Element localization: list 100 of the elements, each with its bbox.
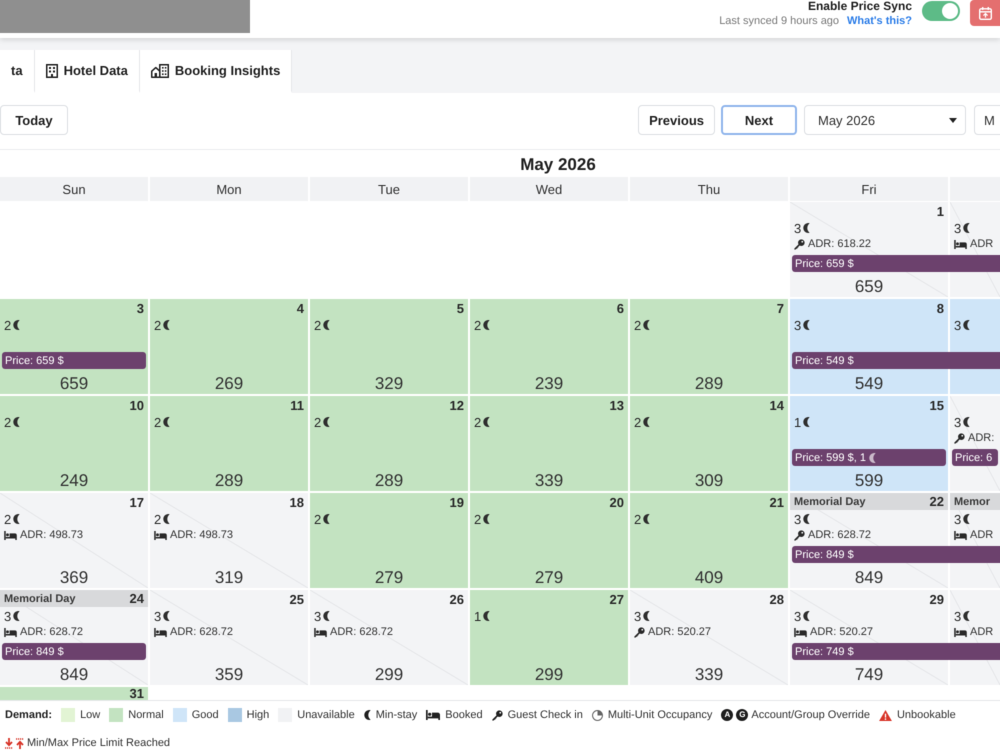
min-stay-count: 2 [474, 512, 482, 526]
nav-button[interactable]: Previous [638, 105, 715, 135]
price-bar[interactable]: Price: 6 [952, 449, 998, 466]
calendar-day[interactable]: 10 2 249 [0, 396, 148, 491]
calendar-day[interactable]: 15 1 Price: 599 $, 1 599 [788, 396, 948, 491]
tab[interactable]: Hotel Data [34, 50, 140, 93]
calendar-day[interactable]: 27 1 299 [468, 590, 628, 685]
price-bar[interactable] [948, 546, 1000, 563]
calendar-day[interactable]: 3 ADR [948, 202, 1000, 297]
calendar-day[interactable]: 29 3 ADR: 520.27 Price: 749 $ 749 [788, 590, 948, 685]
calendar-day[interactable]: 14 2 309 [628, 396, 788, 491]
moon-icon [483, 320, 490, 330]
date-number: 15 [930, 398, 944, 414]
min-stay-count: 3 [954, 414, 962, 430]
price-bar[interactable]: Price: 549 $ [792, 352, 948, 369]
legend-title: Demand: [5, 708, 52, 723]
price-value: 289 [374, 471, 404, 491]
min-stay-count: 2 [154, 318, 162, 332]
calendar-day[interactable]: 26 3 ADR: 628.72 299 [308, 590, 468, 685]
date-number: 19 [450, 495, 464, 511]
calendar-day[interactable]: 3 ADR: Price: 6 [948, 396, 1000, 491]
min-stay-count: 3 [794, 512, 802, 526]
min-stay-count: 2 [4, 512, 12, 526]
moon-icon [323, 611, 330, 621]
month-select[interactable]: May 2026 [804, 105, 966, 135]
moon-icon [868, 452, 876, 462]
min-stay-count: 2 [314, 414, 322, 430]
calendar-day[interactable]: 13 2 339 [468, 396, 628, 491]
nav-button[interactable]: Next [721, 105, 797, 135]
weekday-header: Tue [310, 177, 468, 201]
moon-icon [163, 320, 170, 330]
calendar-day[interactable]: 3 [948, 299, 1000, 394]
tab[interactable]: Booking Insights [140, 50, 292, 93]
calendar-day[interactable]: 28 3 ADR: 520.27 339 [628, 590, 788, 685]
adr-text: ADR: 618.22 [808, 238, 871, 250]
min-stay-count: 3 [794, 608, 802, 624]
calendar-day[interactable]: 18 2 ADR: 498.73 319 [148, 493, 308, 588]
today-button[interactable]: Today [0, 105, 68, 135]
calendar-day[interactable]: 7 2 289 [628, 299, 788, 394]
calendar-day[interactable]: 5 2 329 [308, 299, 468, 394]
price-value: 279 [374, 568, 404, 588]
moon-icon [163, 611, 170, 621]
calendar-day[interactable]: 8 3 Price: 549 $ 549 [788, 299, 948, 394]
price-value: 339 [534, 471, 564, 491]
date-number: 1 [936, 204, 944, 220]
calendar-day[interactable]: 19 2 279 [308, 493, 468, 588]
moon-icon [13, 611, 20, 621]
holiday-label: Memorial Day [794, 496, 866, 508]
calendar-day[interactable]: 12 2 289 [308, 396, 468, 491]
date-number: 21 [770, 495, 784, 511]
calendar-day[interactable]: 31 [0, 687, 148, 700]
legend-label: Low [80, 708, 100, 723]
price-bar[interactable]: Price: 659 $ [2, 352, 146, 369]
price-sync-label: Enable Price Sync [808, 0, 912, 12]
view-select[interactable]: M [974, 105, 1000, 135]
calendar-day[interactable]: Memorial Day 22 3 ADR: 628.72 Price: 849 $ 849 [788, 493, 948, 588]
calendar-icon [978, 6, 992, 20]
legend-label: Booked [445, 708, 483, 723]
min-stay-count: 3 [954, 220, 962, 236]
calendar-day[interactable]: 3 2 Price: 659 $ 659 [0, 299, 148, 394]
date-number: 29 [930, 592, 944, 608]
key-icon [794, 238, 805, 250]
calendar-day[interactable]: 6 2 239 [468, 299, 628, 394]
bed-icon [314, 628, 327, 636]
weekday-header: Wed [470, 177, 628, 201]
date-number: 13 [610, 398, 624, 414]
calendar-day[interactable]: 20 2 279 [468, 493, 628, 588]
price-bar[interactable] [948, 255, 1000, 272]
adr-text: ADR: 520.27 [648, 626, 711, 638]
calendar-day[interactable]: 1 3 ADR: 618.22 Price: 659 $ 659 [788, 202, 948, 297]
price-value: 849 [854, 568, 884, 588]
holiday-label: Memor [954, 496, 990, 508]
calendar-day[interactable]: Memor 3 ADR [948, 493, 1000, 588]
calendar-day[interactable]: 3 ADR [948, 590, 1000, 685]
legend-label: Min-stay [376, 708, 418, 723]
min-stay-count: 2 [314, 318, 322, 332]
calendar-day[interactable]: 11 2 289 [148, 396, 308, 491]
price-bar[interactable] [948, 352, 1000, 369]
tab[interactable]: ta [0, 50, 35, 93]
price-bar[interactable]: Price: 849 $ [792, 546, 948, 563]
calendar-day[interactable]: 17 2 ADR: 498.73 369 [0, 493, 148, 588]
calendar-day[interactable]: 25 3 ADR: 628.72 359 [148, 590, 308, 685]
calendar-day[interactable]: 21 2 409 [628, 493, 788, 588]
help-link[interactable]: What's this? [847, 14, 912, 28]
moon-icon [803, 223, 810, 233]
price-bar[interactable] [948, 643, 1000, 660]
min-stay-count: 1 [794, 414, 802, 430]
calendar-day[interactable]: Memorial Day 24 3 ADR: 628.72 Price: 849 $ 849 [0, 590, 148, 685]
override-badge: A [721, 709, 734, 721]
min-stay-count: 3 [954, 512, 962, 526]
price-bar[interactable]: Price: 659 $ [792, 255, 948, 272]
calendar-day[interactable]: 4 2 269 [148, 299, 308, 394]
price-bar[interactable]: Price: 749 $ [792, 643, 948, 660]
price-bar[interactable]: Price: 849 $ [2, 643, 146, 660]
price-bar[interactable]: Price: 599 $, 1 [792, 449, 946, 466]
price-sync-toggle[interactable] [922, 1, 960, 21]
calendar-button[interactable] [970, 0, 1000, 26]
date-number: 11 [290, 398, 304, 414]
adr-text: ADR: 628.72 [20, 626, 83, 638]
bed-icon [954, 530, 967, 540]
